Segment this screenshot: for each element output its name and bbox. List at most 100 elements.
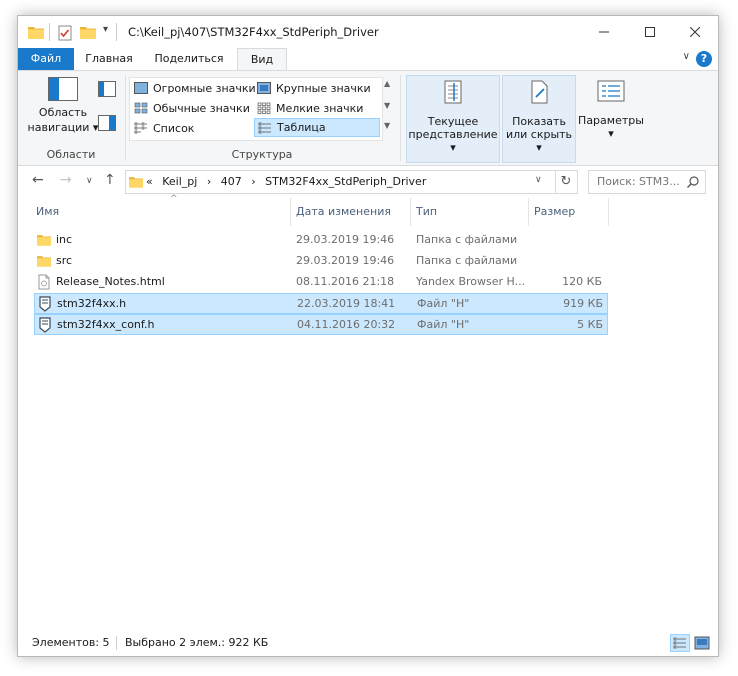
- selection-info: Выбрано 2 элем.: 922 КБ: [125, 636, 269, 649]
- h-file-icon: [39, 296, 51, 312]
- file-type: Папка с файлами: [416, 233, 518, 246]
- file-size: 919 КБ: [563, 297, 603, 310]
- medium-icons-icon: [134, 102, 148, 114]
- column-name[interactable]: Имя: [32, 198, 290, 226]
- layout-details[interactable]: Таблица: [254, 118, 380, 137]
- minimize-button[interactable]: [581, 16, 627, 48]
- search-input[interactable]: Поиск: STM3...: [588, 170, 706, 194]
- close-button[interactable]: [672, 16, 718, 48]
- breadcrumb-item[interactable]: STM32F4xx_StdPeriph_Driver: [265, 175, 426, 188]
- customize-quick-access-icon[interactable]: ▾: [103, 24, 108, 35]
- layout-item-label: Огромные значки: [153, 82, 256, 95]
- options-label-line1: Параметры: [578, 114, 644, 127]
- forward-icon[interactable]: →: [60, 172, 72, 188]
- layout-small-icons[interactable]: Мелкие значки: [254, 99, 363, 118]
- up-icon[interactable]: ↑: [104, 172, 116, 188]
- recent-locations-icon[interactable]: ∨: [86, 176, 93, 186]
- file-date: 04.11.2016 20:32: [297, 318, 396, 331]
- tab-file[interactable]: Файл: [18, 48, 74, 70]
- panes-group-label: Области: [46, 148, 96, 161]
- breadcrumb-separator[interactable]: ›: [251, 175, 255, 188]
- layout-large-icons[interactable]: Крупные значки: [254, 79, 371, 98]
- small-icons-icon: [257, 102, 271, 114]
- address-history-icon[interactable]: ∨: [535, 175, 542, 185]
- layout-medium-icons[interactable]: Обычные значки: [131, 99, 250, 118]
- details-view-toggle-icon[interactable]: [670, 634, 690, 652]
- column-divider[interactable]: [290, 198, 291, 226]
- refresh-icon: ↻: [560, 174, 572, 189]
- file-row-selected[interactable]: stm32f4xx.h 22.03.2019 18:41 Файл "H" 91…: [34, 293, 608, 314]
- scroll-up-icon[interactable]: ▲: [384, 79, 390, 88]
- file-date: 08.11.2016 21:18: [296, 275, 395, 288]
- layout-list[interactable]: Список: [131, 119, 194, 138]
- properties-icon[interactable]: [58, 25, 72, 41]
- options-icon: [597, 80, 625, 102]
- refresh-button[interactable]: ↻: [555, 170, 578, 194]
- file-row[interactable]: src 29.03.2019 19:46 Папка с файлами: [34, 251, 606, 271]
- folder-icon: [28, 27, 44, 39]
- navigation-pane-label-line1: Область: [38, 106, 88, 119]
- chevron-down-icon[interactable]: ∨: [683, 51, 690, 62]
- address-bar-row: ← → ∨ ↑ « Keil_pj › 407 › STM32F4xx_StdP…: [18, 166, 718, 196]
- maximize-button[interactable]: [627, 16, 673, 48]
- large-icons-view-toggle-icon[interactable]: [692, 634, 712, 652]
- breadcrumb-overflow[interactable]: «: [146, 175, 153, 188]
- column-divider[interactable]: [608, 198, 609, 226]
- folder-icon: [37, 256, 51, 267]
- file-row-selected[interactable]: stm32f4xx_conf.h 04.11.2016 20:32 Файл "…: [34, 314, 608, 335]
- toolbar-divider: [116, 23, 117, 41]
- column-type[interactable]: Тип: [412, 198, 526, 226]
- search-placeholder: Поиск: STM3...: [597, 175, 680, 188]
- layout-gallery: Огромные значки Крупные значки Обычные з…: [129, 77, 383, 141]
- layout-extra-large-icons[interactable]: Огромные значки: [131, 79, 256, 98]
- tab-share[interactable]: Поделиться: [150, 48, 228, 70]
- file-row[interactable]: Release_Notes.html 08.11.2016 21:18 Yand…: [34, 272, 606, 292]
- navigation-pane-label-line2: навигации ▾: [27, 121, 99, 134]
- layout-item-label: Крупные значки: [276, 82, 371, 95]
- preview-pane-icon[interactable]: [98, 81, 116, 97]
- back-icon[interactable]: ←: [32, 172, 44, 188]
- options-label-line2: ▾: [608, 127, 614, 140]
- file-date: 29.03.2019 19:46: [296, 254, 395, 267]
- file-name: src: [56, 254, 73, 267]
- breadcrumb-separator[interactable]: ›: [207, 175, 211, 188]
- column-size[interactable]: Размер: [530, 198, 604, 226]
- navigation-pane-button[interactable]: Область навигации ▾: [26, 77, 100, 134]
- new-folder-icon[interactable]: [80, 25, 96, 39]
- file-type: Файл "H": [417, 318, 470, 331]
- ribbon: Область навигации ▾ Области Огромные зна…: [18, 70, 718, 166]
- breadcrumb: « Keil_pj › 407 › STM32F4xx_StdPeriph_Dr…: [146, 175, 432, 188]
- details-pane-icon[interactable]: [98, 115, 116, 131]
- show-hide-label-line2: или скрыть ▾: [505, 128, 573, 154]
- breadcrumb-item[interactable]: 407: [221, 175, 242, 188]
- options-button[interactable]: Параметры ▾: [578, 75, 644, 161]
- expand-gallery-icon[interactable]: ▼: [384, 121, 390, 130]
- scroll-down-icon[interactable]: ▼: [384, 101, 390, 110]
- layout-gallery-scroll[interactable]: ▲ ▼ ▼: [382, 77, 394, 139]
- explorer-window: ▾ C:\Keil_pj\407\STM32F4xx_StdPeriph_Dri…: [17, 15, 719, 657]
- tab-view[interactable]: Вид: [237, 48, 287, 71]
- column-headers: ^ Имя Дата изменения Тип Размер: [32, 194, 612, 226]
- column-divider[interactable]: [528, 198, 529, 226]
- tab-home[interactable]: Главная: [80, 48, 138, 70]
- current-view-label-line2: представление ▾: [408, 128, 498, 154]
- file-name: Release_Notes.html: [56, 275, 165, 288]
- file-row[interactable]: inc 29.03.2019 19:46 Папка с файлами: [34, 230, 606, 250]
- title-bar[interactable]: ▾ C:\Keil_pj\407\STM32F4xx_StdPeriph_Dri…: [18, 16, 718, 48]
- file-name: stm32f4xx_conf.h: [57, 318, 155, 331]
- current-view-button[interactable]: Текущее представление ▾: [406, 75, 500, 163]
- layout-item-label: Обычные значки: [153, 102, 250, 115]
- breadcrumb-item[interactable]: Keil_pj: [162, 175, 197, 188]
- file-name: inc: [56, 233, 73, 246]
- file-size: 120 КБ: [562, 275, 602, 288]
- show-hide-button[interactable]: Показать или скрыть ▾: [502, 75, 576, 163]
- column-date[interactable]: Дата изменения: [292, 198, 408, 226]
- help-icon[interactable]: ?: [696, 51, 712, 67]
- file-type: Yandex Browser H...: [416, 275, 526, 288]
- maximize-icon: [645, 27, 655, 37]
- layout-item-label: Список: [153, 122, 195, 135]
- list-view-icon: [134, 122, 147, 134]
- address-bar[interactable]: « Keil_pj › 407 › STM32F4xx_StdPeriph_Dr…: [125, 170, 556, 194]
- column-divider[interactable]: [410, 198, 411, 226]
- extra-large-icons-icon: [134, 82, 148, 94]
